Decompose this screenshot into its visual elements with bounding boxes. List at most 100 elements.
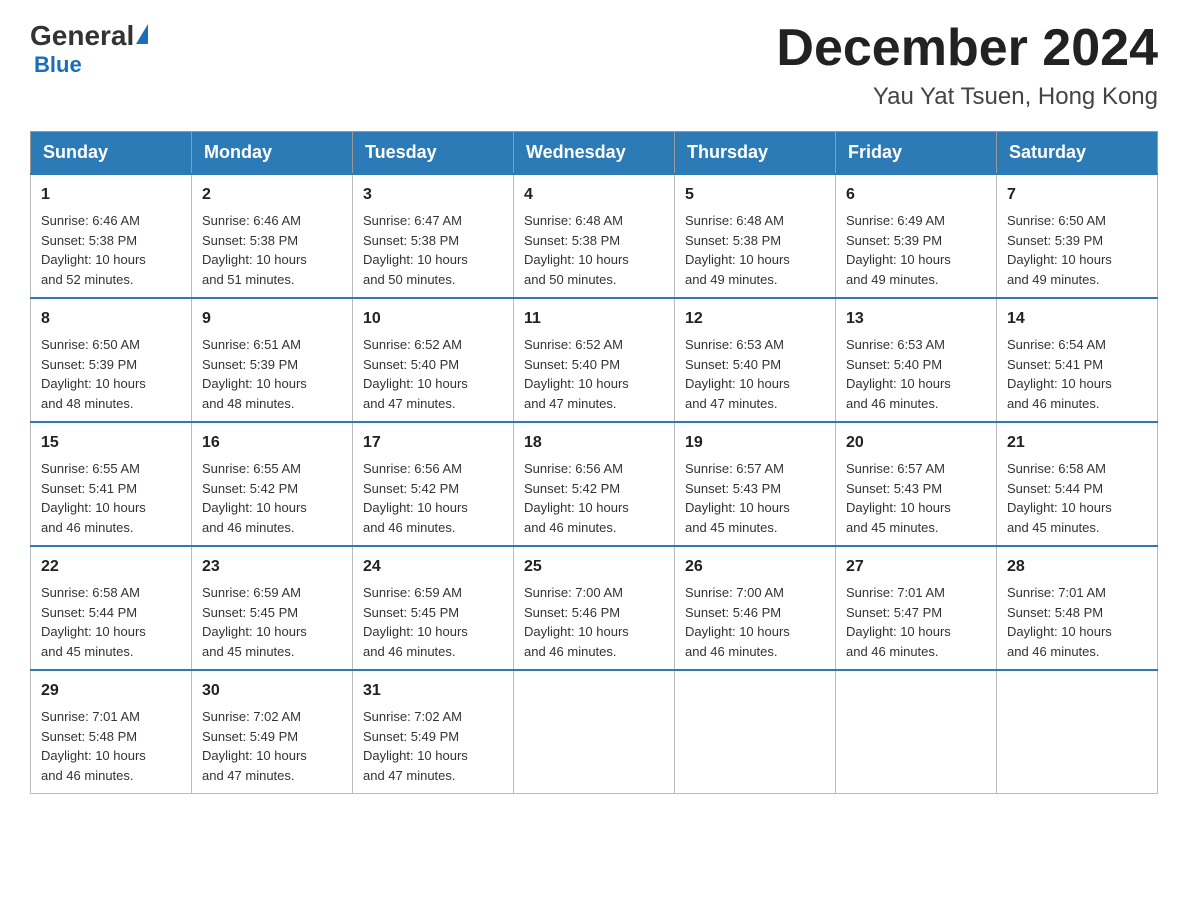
day-info: Sunrise: 6:59 AMSunset: 5:45 PMDaylight:… xyxy=(202,585,307,659)
day-number: 29 xyxy=(41,679,181,703)
day-info: Sunrise: 7:02 AMSunset: 5:49 PMDaylight:… xyxy=(363,709,468,783)
day-number: 4 xyxy=(524,183,664,207)
day-number: 16 xyxy=(202,431,342,455)
day-info: Sunrise: 6:50 AMSunset: 5:39 PMDaylight:… xyxy=(1007,213,1112,287)
day-info: Sunrise: 6:46 AMSunset: 5:38 PMDaylight:… xyxy=(202,213,307,287)
day-info: Sunrise: 6:46 AMSunset: 5:38 PMDaylight:… xyxy=(41,213,146,287)
calendar-cell: 7 Sunrise: 6:50 AMSunset: 5:39 PMDayligh… xyxy=(997,174,1158,298)
calendar-cell: 10 Sunrise: 6:52 AMSunset: 5:40 PMDaylig… xyxy=(353,298,514,422)
calendar-cell: 31 Sunrise: 7:02 AMSunset: 5:49 PMDaylig… xyxy=(353,670,514,794)
calendar-week-row: 1 Sunrise: 6:46 AMSunset: 5:38 PMDayligh… xyxy=(31,174,1158,298)
calendar-cell: 23 Sunrise: 6:59 AMSunset: 5:45 PMDaylig… xyxy=(192,546,353,670)
calendar-cell: 9 Sunrise: 6:51 AMSunset: 5:39 PMDayligh… xyxy=(192,298,353,422)
day-number: 12 xyxy=(685,307,825,331)
calendar-cell: 13 Sunrise: 6:53 AMSunset: 5:40 PMDaylig… xyxy=(836,298,997,422)
weekday-header-monday: Monday xyxy=(192,132,353,175)
calendar-cell: 11 Sunrise: 6:52 AMSunset: 5:40 PMDaylig… xyxy=(514,298,675,422)
calendar-week-row: 22 Sunrise: 6:58 AMSunset: 5:44 PMDaylig… xyxy=(31,546,1158,670)
day-info: Sunrise: 6:57 AMSunset: 5:43 PMDaylight:… xyxy=(685,461,790,535)
calendar-cell: 5 Sunrise: 6:48 AMSunset: 5:38 PMDayligh… xyxy=(675,174,836,298)
calendar-cell: 26 Sunrise: 7:00 AMSunset: 5:46 PMDaylig… xyxy=(675,546,836,670)
day-number: 31 xyxy=(363,679,503,703)
calendar-cell: 24 Sunrise: 6:59 AMSunset: 5:45 PMDaylig… xyxy=(353,546,514,670)
day-number: 27 xyxy=(846,555,986,579)
weekday-header-sunday: Sunday xyxy=(31,132,192,175)
day-info: Sunrise: 6:55 AMSunset: 5:42 PMDaylight:… xyxy=(202,461,307,535)
day-number: 3 xyxy=(363,183,503,207)
calendar-cell: 22 Sunrise: 6:58 AMSunset: 5:44 PMDaylig… xyxy=(31,546,192,670)
day-info: Sunrise: 6:47 AMSunset: 5:38 PMDaylight:… xyxy=(363,213,468,287)
logo: General Blue xyxy=(30,20,148,78)
day-number: 22 xyxy=(41,555,181,579)
day-info: Sunrise: 6:56 AMSunset: 5:42 PMDaylight:… xyxy=(363,461,468,535)
day-number: 6 xyxy=(846,183,986,207)
day-info: Sunrise: 6:59 AMSunset: 5:45 PMDaylight:… xyxy=(363,585,468,659)
page-header: General Blue December 2024 Yau Yat Tsuen… xyxy=(30,20,1158,111)
day-info: Sunrise: 6:58 AMSunset: 5:44 PMDaylight:… xyxy=(1007,461,1112,535)
day-number: 8 xyxy=(41,307,181,331)
day-info: Sunrise: 6:58 AMSunset: 5:44 PMDaylight:… xyxy=(41,585,146,659)
calendar-week-row: 15 Sunrise: 6:55 AMSunset: 5:41 PMDaylig… xyxy=(31,422,1158,546)
day-info: Sunrise: 6:57 AMSunset: 5:43 PMDaylight:… xyxy=(846,461,951,535)
day-number: 1 xyxy=(41,183,181,207)
day-info: Sunrise: 7:01 AMSunset: 5:48 PMDaylight:… xyxy=(41,709,146,783)
calendar-cell: 15 Sunrise: 6:55 AMSunset: 5:41 PMDaylig… xyxy=(31,422,192,546)
weekday-header-friday: Friday xyxy=(836,132,997,175)
weekday-header-tuesday: Tuesday xyxy=(353,132,514,175)
calendar-cell: 1 Sunrise: 6:46 AMSunset: 5:38 PMDayligh… xyxy=(31,174,192,298)
logo-general-text: General xyxy=(30,20,134,52)
day-number: 28 xyxy=(1007,555,1147,579)
day-info: Sunrise: 7:01 AMSunset: 5:48 PMDaylight:… xyxy=(1007,585,1112,659)
day-number: 30 xyxy=(202,679,342,703)
day-info: Sunrise: 7:00 AMSunset: 5:46 PMDaylight:… xyxy=(685,585,790,659)
day-number: 14 xyxy=(1007,307,1147,331)
day-info: Sunrise: 6:55 AMSunset: 5:41 PMDaylight:… xyxy=(41,461,146,535)
day-number: 7 xyxy=(1007,183,1147,207)
calendar-cell: 21 Sunrise: 6:58 AMSunset: 5:44 PMDaylig… xyxy=(997,422,1158,546)
day-number: 23 xyxy=(202,555,342,579)
day-info: Sunrise: 6:52 AMSunset: 5:40 PMDaylight:… xyxy=(363,337,468,411)
day-info: Sunrise: 6:50 AMSunset: 5:39 PMDaylight:… xyxy=(41,337,146,411)
calendar-cell xyxy=(675,670,836,794)
day-number: 11 xyxy=(524,307,664,331)
calendar-week-row: 29 Sunrise: 7:01 AMSunset: 5:48 PMDaylig… xyxy=(31,670,1158,794)
day-info: Sunrise: 6:51 AMSunset: 5:39 PMDaylight:… xyxy=(202,337,307,411)
calendar-cell: 3 Sunrise: 6:47 AMSunset: 5:38 PMDayligh… xyxy=(353,174,514,298)
day-info: Sunrise: 6:54 AMSunset: 5:41 PMDaylight:… xyxy=(1007,337,1112,411)
day-info: Sunrise: 7:02 AMSunset: 5:49 PMDaylight:… xyxy=(202,709,307,783)
day-number: 18 xyxy=(524,431,664,455)
weekday-header-wednesday: Wednesday xyxy=(514,132,675,175)
calendar-cell xyxy=(514,670,675,794)
weekday-header-thursday: Thursday xyxy=(675,132,836,175)
day-number: 17 xyxy=(363,431,503,455)
day-number: 2 xyxy=(202,183,342,207)
day-info: Sunrise: 6:49 AMSunset: 5:39 PMDaylight:… xyxy=(846,213,951,287)
calendar-cell: 19 Sunrise: 6:57 AMSunset: 5:43 PMDaylig… xyxy=(675,422,836,546)
calendar-cell: 8 Sunrise: 6:50 AMSunset: 5:39 PMDayligh… xyxy=(31,298,192,422)
logo-triangle-icon xyxy=(136,24,148,44)
day-number: 15 xyxy=(41,431,181,455)
day-number: 13 xyxy=(846,307,986,331)
day-info: Sunrise: 6:53 AMSunset: 5:40 PMDaylight:… xyxy=(685,337,790,411)
day-number: 5 xyxy=(685,183,825,207)
calendar-cell: 30 Sunrise: 7:02 AMSunset: 5:49 PMDaylig… xyxy=(192,670,353,794)
day-number: 26 xyxy=(685,555,825,579)
day-info: Sunrise: 6:53 AMSunset: 5:40 PMDaylight:… xyxy=(846,337,951,411)
day-number: 19 xyxy=(685,431,825,455)
day-number: 10 xyxy=(363,307,503,331)
day-info: Sunrise: 7:01 AMSunset: 5:47 PMDaylight:… xyxy=(846,585,951,659)
logo-blue-text: Blue xyxy=(34,52,82,78)
calendar-cell: 14 Sunrise: 6:54 AMSunset: 5:41 PMDaylig… xyxy=(997,298,1158,422)
day-info: Sunrise: 7:00 AMSunset: 5:46 PMDaylight:… xyxy=(524,585,629,659)
day-info: Sunrise: 6:48 AMSunset: 5:38 PMDaylight:… xyxy=(524,213,629,287)
calendar-cell xyxy=(836,670,997,794)
calendar-cell: 28 Sunrise: 7:01 AMSunset: 5:48 PMDaylig… xyxy=(997,546,1158,670)
calendar-cell: 20 Sunrise: 6:57 AMSunset: 5:43 PMDaylig… xyxy=(836,422,997,546)
day-number: 25 xyxy=(524,555,664,579)
day-number: 9 xyxy=(202,307,342,331)
calendar-cell: 27 Sunrise: 7:01 AMSunset: 5:47 PMDaylig… xyxy=(836,546,997,670)
calendar-cell xyxy=(997,670,1158,794)
title-area: December 2024 Yau Yat Tsuen, Hong Kong xyxy=(776,20,1158,111)
calendar-cell: 4 Sunrise: 6:48 AMSunset: 5:38 PMDayligh… xyxy=(514,174,675,298)
calendar-cell: 18 Sunrise: 6:56 AMSunset: 5:42 PMDaylig… xyxy=(514,422,675,546)
